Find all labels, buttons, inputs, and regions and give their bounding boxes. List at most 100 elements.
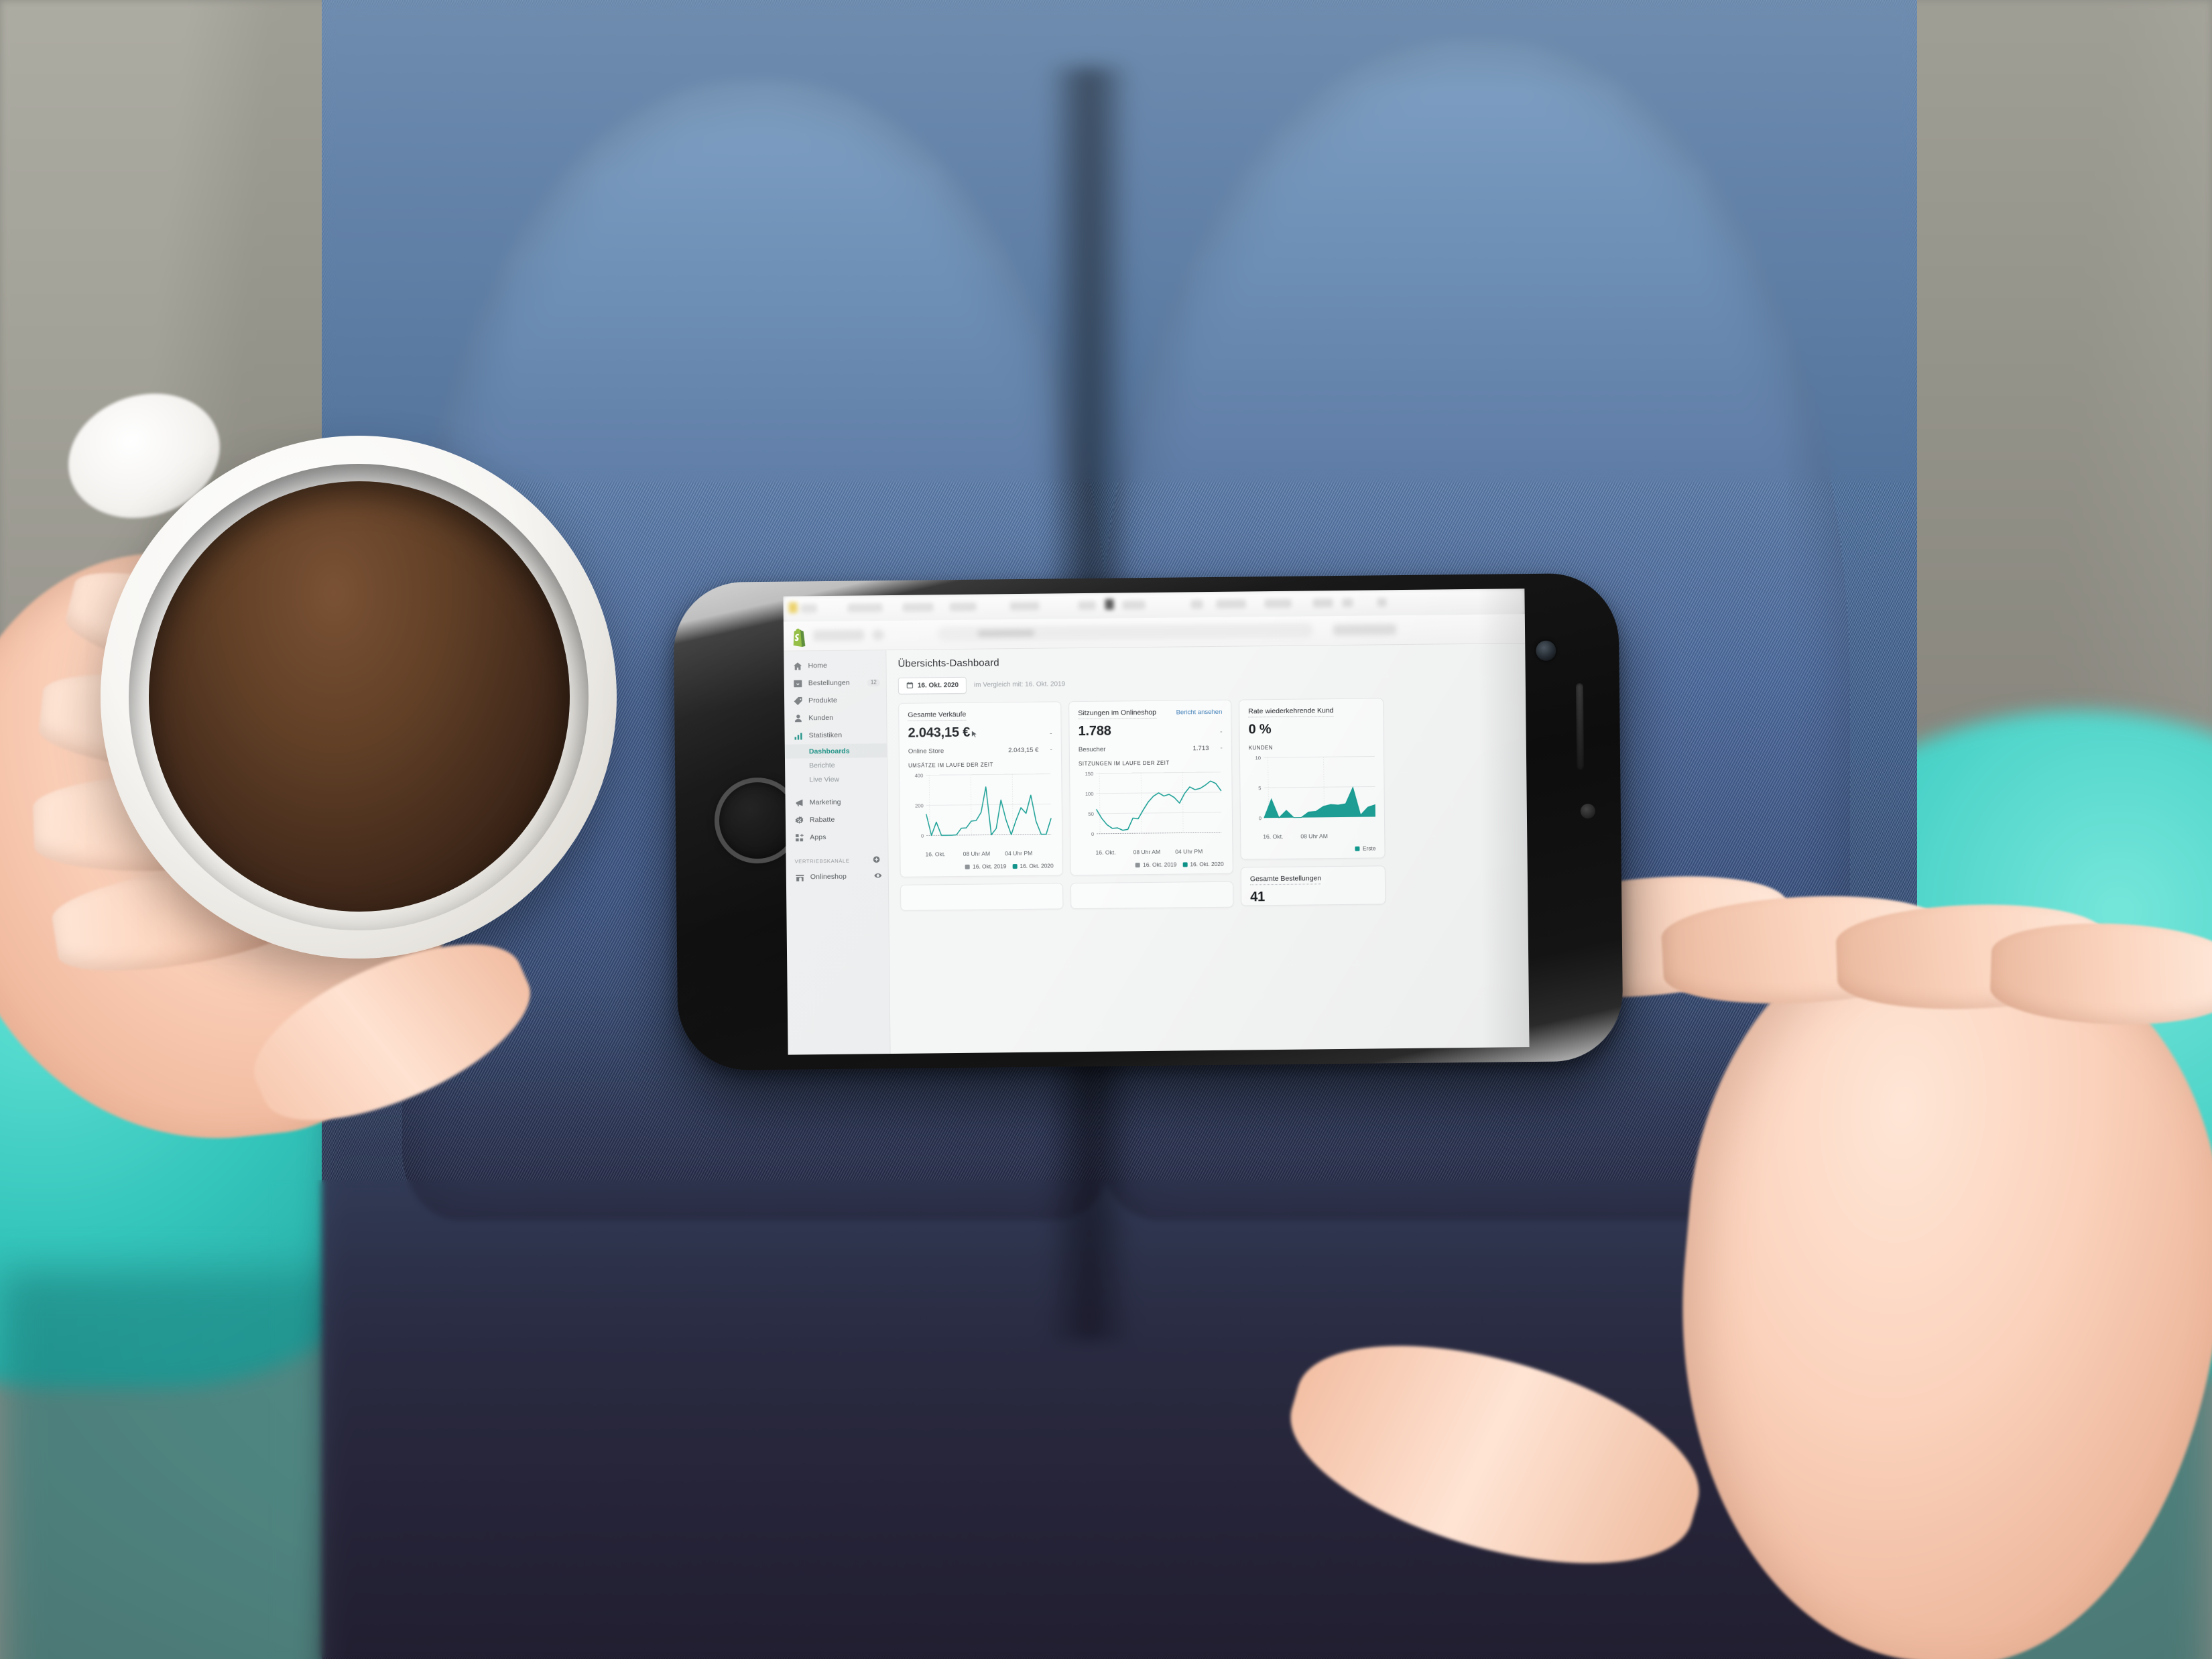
total-orders-value: 41 <box>1250 889 1266 905</box>
sidebar-label: Marketing <box>809 798 841 807</box>
orders-count-badge: 12 <box>867 678 880 686</box>
metric-row: 41 <box>1250 888 1376 905</box>
sidebar-item-statistiken[interactable]: Statistiken <box>784 726 886 745</box>
legend-swatch-current <box>1182 861 1188 867</box>
sidebar-label: Apps <box>810 833 826 842</box>
left-hand-with-coffee-cup <box>0 374 737 1165</box>
sales-line-chart: 0 200 400 <box>915 773 1052 839</box>
tab-title <box>1122 601 1146 610</box>
volume-button[interactable] <box>1575 683 1585 771</box>
svg-text:0: 0 <box>921 833 924 839</box>
x-tick: 16. Okt. <box>1095 849 1116 856</box>
svg-text:0: 0 <box>1259 815 1262 821</box>
sidebar-item-rabatte[interactable]: Rabatte <box>786 810 887 829</box>
svg-text:400: 400 <box>915 773 924 779</box>
card-total-sales[interactable]: Gesamte Verkäufe 2.043,15 € - Online Sto… <box>898 701 1063 877</box>
chart-legend: 16. Okt. 2019 16. Okt. 2020 <box>910 862 1054 870</box>
sub-metric-value: 1.713 <box>1192 745 1209 753</box>
orders-inbox-icon <box>793 678 803 688</box>
legend-label-first: Erste <box>1362 845 1376 852</box>
sales-channels-header: VERTRIEBSKANÄLE <box>786 853 887 869</box>
right-palm <box>1652 916 2212 1659</box>
sidebar-item-bestellungen[interactable]: Bestellungen 12 <box>784 674 886 692</box>
legend-swatch-first <box>1355 846 1360 851</box>
sub-metric-row: Besucher 1.713 - <box>1079 745 1223 753</box>
card-title: Gesamte Verkäufe <box>908 710 967 721</box>
sidebar-subitem-berichte[interactable]: Berichte <box>785 757 887 773</box>
x-axis-labels: 16. Okt. 08 Uhr AM <box>1249 832 1375 840</box>
card-header: Gesamte Verkäufe <box>908 709 1052 721</box>
legend-label-current: 16. Okt. 2020 <box>1190 860 1224 868</box>
coffee-liquid <box>149 481 570 912</box>
card-header: Rate wiederkehrende Kund <box>1248 706 1374 718</box>
chart-legend: Erste <box>1249 845 1375 853</box>
legend-label-prev: 16. Okt. 2019 <box>973 863 1007 870</box>
eye-icon[interactable] <box>874 871 882 881</box>
sidebar-subitem-dashboards[interactable]: Dashboards <box>784 743 887 759</box>
sidebar-label: Bestellungen <box>808 678 850 688</box>
card-online-store-sessions[interactable]: Sitzungen im Onlineshop Bericht ansehen … <box>1068 699 1233 876</box>
sidebar-item-home[interactable]: Home <box>784 656 885 675</box>
shopify-bag-icon <box>790 627 808 647</box>
sidebar-item-onlineshop[interactable]: Onlineshop <box>786 867 888 886</box>
apps-grid-plus-icon <box>794 833 804 843</box>
storefront-icon <box>795 872 805 882</box>
customers-area-chart: 0 5 10 <box>1255 755 1375 821</box>
x-axis-labels: 16. Okt. 08 Uhr AM 04 Uhr PM <box>909 849 1053 858</box>
x-tick: 16. Okt. <box>925 851 946 858</box>
legend-swatch-prev <box>965 864 971 869</box>
sidebar-item-kunden[interactable]: Kunden <box>784 709 886 727</box>
sidebar-nav[interactable]: Home Bestellungen 12 Produkte Kunden Sta… <box>784 650 891 1055</box>
chart-label: UMSÄTZE IM LAUFE DER ZEIT <box>908 761 993 769</box>
x-axis-labels: 16. Okt. 08 Uhr AM 04 Uhr PM <box>1079 848 1223 856</box>
sidebar-label: Rabatte <box>809 815 835 824</box>
mouse-pointer-icon <box>971 727 978 743</box>
date-range-row: 16. Okt. 2020 im Vergleich mit: 16. Okt.… <box>898 671 1526 694</box>
legend-swatch-current <box>1012 863 1018 869</box>
account-menu[interactable] <box>1333 624 1397 636</box>
svg-text:10: 10 <box>1255 755 1262 761</box>
page-title: Übersichts-Dashboard <box>898 657 999 670</box>
legend-label-prev: 16. Okt. 2019 <box>1143 861 1177 869</box>
svg-text:150: 150 <box>1085 771 1094 777</box>
tab-title <box>1377 598 1387 607</box>
svg-text:100: 100 <box>1085 791 1094 797</box>
card-bottom-left-cutoff[interactable] <box>900 883 1064 911</box>
sub-metric-label: Online Store <box>908 747 944 755</box>
card-title: Rate wiederkehrende Kund <box>1248 706 1334 718</box>
card-title: Gesamte Bestellungen <box>1249 874 1322 885</box>
sub-metric-delta: - <box>1050 746 1052 754</box>
chart-label: KUNDEN <box>1248 745 1274 751</box>
sidebar-item-produkte[interactable]: Produkte <box>784 691 886 710</box>
legend-swatch-prev <box>1135 862 1141 867</box>
tab-title <box>1190 600 1203 609</box>
sidebar-item-marketing[interactable]: Marketing <box>786 793 887 812</box>
sidebar-item-apps[interactable]: Apps <box>786 828 887 847</box>
tab-title <box>1312 599 1333 608</box>
tab-title <box>902 603 934 612</box>
calendar-icon <box>906 681 914 690</box>
card-title: Sitzungen im Onlineshop <box>1078 708 1157 720</box>
date-picker-button[interactable]: 16. Okt. 2020 <box>898 676 967 694</box>
card-returning-customer-rate[interactable]: Rate wiederkehrende Kund 0 % KUNDEN 0 5 10… <box>1239 698 1386 860</box>
tab-title <box>1009 601 1040 611</box>
tab-title <box>1216 599 1246 609</box>
comparison-label: im Vergleich mit: 16. Okt. 2019 <box>973 680 1066 689</box>
smartphone-device: Home Bestellungen 12 Produkte Kunden Sta… <box>673 572 1623 1071</box>
card-column-3: Rate wiederkehrende Kund 0 % KUNDEN 0 5 10… <box>1239 698 1386 907</box>
svg-text:200: 200 <box>915 803 924 809</box>
card-total-orders[interactable]: Gesamte Bestellungen 41 <box>1240 865 1386 906</box>
customers-chart: 0 5 10 <box>1249 752 1375 832</box>
sidebar-subitem-live-view[interactable]: Live View <box>785 772 887 787</box>
tab-title <box>1342 598 1353 607</box>
card-column-1: Gesamte Verkäufe 2.043,15 € - Online Sto… <box>898 701 1064 911</box>
megaphone-icon <box>794 798 804 808</box>
tab-favicon <box>788 602 798 613</box>
sub-metric-row: Online Store 2.043,15 € - <box>908 746 1052 755</box>
card-bottom-middle-cutoff[interactable] <box>1070 881 1234 910</box>
returning-rate-value: 0 % <box>1248 722 1272 737</box>
power-button[interactable] <box>1580 804 1595 819</box>
svg-text:50: 50 <box>1088 811 1094 817</box>
plus-circle-icon[interactable] <box>873 855 881 865</box>
view-report-link[interactable]: Bericht ansehen <box>1176 709 1223 717</box>
